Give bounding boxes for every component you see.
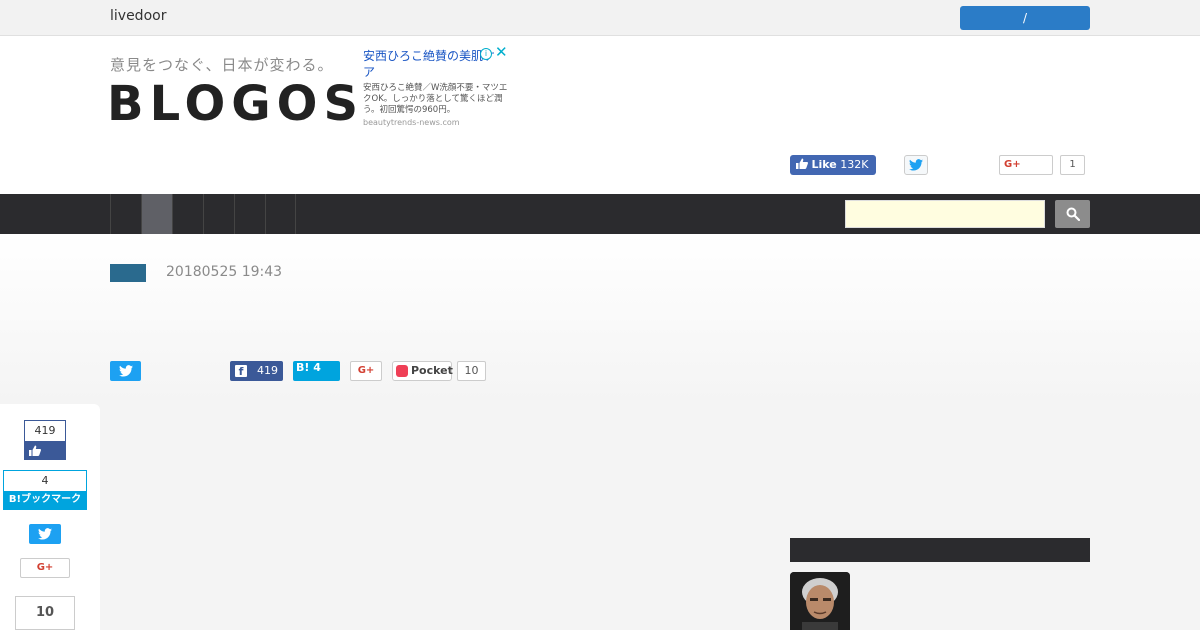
top-bar: livedoor / <box>0 0 1200 36</box>
nav-item-1[interactable] <box>110 194 141 234</box>
fb-like-count: 132K <box>840 158 869 171</box>
facebook-icon: f <box>235 365 247 378</box>
thumbs-up-icon <box>796 158 808 169</box>
header-ad[interactable]: 安西ひろこ絶賛の美肌ケア 安西ひろこ絶賛／W洗顔不要・マツエクOK。しっかり落と… <box>363 45 511 132</box>
pocket-label: Pocket <box>411 364 453 377</box>
ad-body-text: 安西ひろこ絶賛／W洗顔不要・マツエクOK。しっかり落として驚くほど潤う。初回驚愕… <box>363 83 508 115</box>
ad-domain: beautytrends-news.com <box>363 118 460 127</box>
author-avatar[interactable] <box>790 572 850 630</box>
article-body-area <box>100 404 790 630</box>
author-portrait <box>790 572 850 630</box>
floating-hatena-count: 4 <box>41 474 49 487</box>
fb-like-label: Like <box>811 158 837 171</box>
gplus-count: 1 <box>1060 155 1085 175</box>
search-icon <box>1066 207 1080 222</box>
article-hatena-button[interactable]: B! 4 <box>293 361 340 381</box>
main-nav <box>0 194 1200 234</box>
gplus-share-button[interactable]: G+ <box>999 155 1053 175</box>
floating-facebook-count: 419 <box>34 424 56 437</box>
article-pocket-button[interactable]: Pocket <box>392 361 453 381</box>
pocket-count: 10 <box>457 361 486 381</box>
article-gplus-button[interactable]: G+ <box>350 361 382 381</box>
hatena-count: 4 <box>313 361 321 374</box>
twitter-share-button[interactable] <box>904 155 928 175</box>
category-badge[interactable] <box>110 264 146 282</box>
pocket-icon <box>396 365 408 377</box>
article-facebook-button[interactable]: f 419 <box>230 361 283 381</box>
thumbs-up-icon <box>29 445 41 456</box>
ad-title[interactable]: 安西ひろこ絶賛の美肌ケア <box>363 48 497 80</box>
floating-hatena-label: B!ブックマーク <box>4 491 86 509</box>
nav-item-5[interactable] <box>234 194 265 234</box>
nav-item-2[interactable] <box>141 194 172 234</box>
livedoor-brand-link[interactable]: livedoor <box>110 8 166 24</box>
floating-gplus-button[interactable]: G+ <box>20 558 70 578</box>
sidebar-section-header <box>790 538 1090 562</box>
floating-facebook-bar <box>25 441 65 459</box>
blogos-logo[interactable]: BLOGOS <box>107 76 364 132</box>
nav-item-6[interactable] <box>265 194 296 234</box>
twitter-icon <box>909 159 923 171</box>
article-twitter-button[interactable] <box>110 361 141 381</box>
hatena-label: B! <box>296 361 310 374</box>
floating-facebook-button[interactable]: 419 <box>24 420 66 460</box>
facebook-like-button[interactable]: Like 132K <box>790 155 876 175</box>
nav-item-3[interactable] <box>172 194 203 234</box>
nav-item-4[interactable] <box>203 194 234 234</box>
login-button[interactable]: / <box>960 6 1090 30</box>
ad-info-icon[interactable]: i <box>480 48 492 60</box>
floating-twitter-button[interactable] <box>29 524 61 544</box>
facebook-share-count: 419 <box>257 364 278 377</box>
floating-pocket-button[interactable]: 10 <box>15 596 75 630</box>
search-button[interactable] <box>1055 200 1090 228</box>
article-date: 20180525 19:43 <box>166 264 283 280</box>
twitter-icon <box>118 365 133 377</box>
twitter-icon <box>38 528 52 540</box>
search-input[interactable] <box>845 200 1045 228</box>
site-tagline: 意見をつなぐ、日本が変わる。 <box>110 56 334 74</box>
floating-hatena-button[interactable]: 4 B!ブックマーク <box>3 470 87 510</box>
article-header-area <box>0 234 1200 404</box>
ad-close-icon[interactable]: ✕ <box>495 45 508 60</box>
